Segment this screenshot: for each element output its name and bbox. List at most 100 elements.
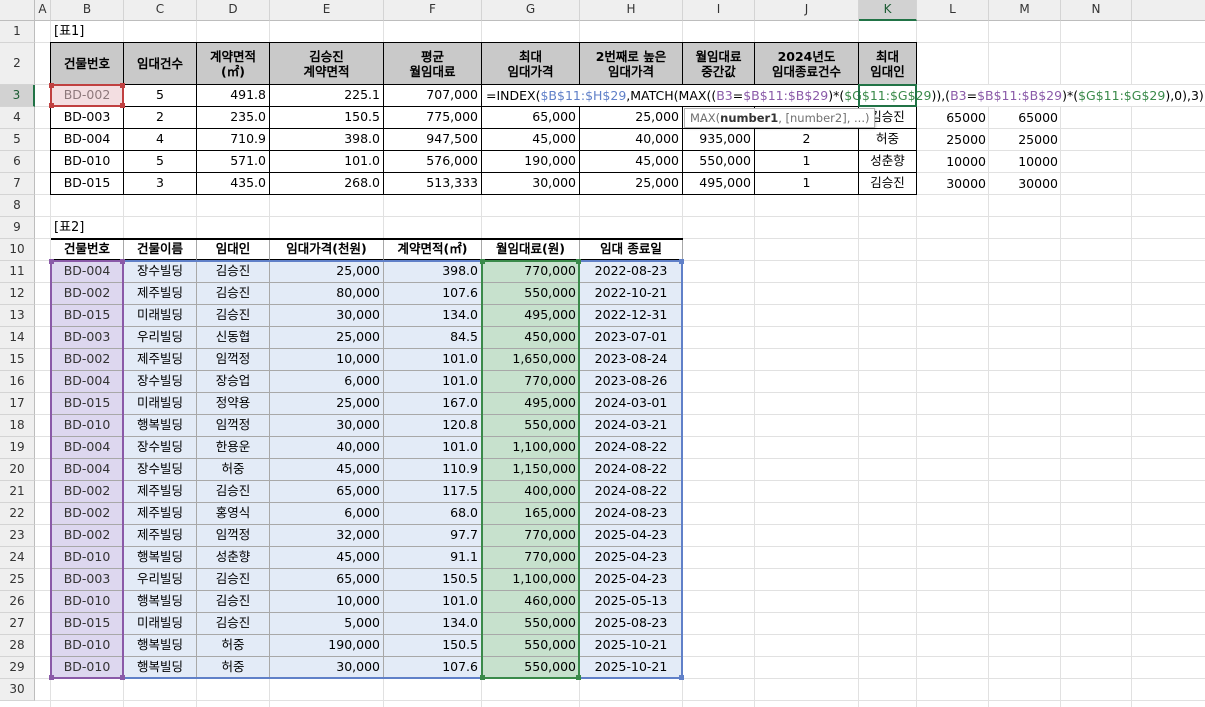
table2-header-2[interactable]: 임대인 — [197, 239, 270, 261]
column-header-F[interactable]: F — [384, 0, 482, 21]
table1-cell[interactable]: 1 — [755, 151, 859, 173]
table1-header-2[interactable]: 계약면적 (㎡) — [197, 43, 270, 85]
row-header-3[interactable]: 3 — [0, 85, 35, 107]
table2-cell[interactable]: 행복빌딩 — [124, 547, 197, 569]
row-header-20[interactable]: 20 — [0, 459, 35, 481]
table2-cell[interactable]: 550,000 — [482, 613, 580, 635]
table1-cell[interactable]: 25,000 — [580, 107, 683, 129]
column-header-D[interactable]: D — [197, 0, 270, 21]
table2-cell[interactable]: 10,000 — [270, 349, 384, 371]
table2-cell[interactable]: 2024-03-01 — [580, 393, 683, 415]
table2-cell[interactable]: 550,000 — [482, 415, 580, 437]
column-header-I[interactable]: I — [683, 0, 755, 21]
table2-cell[interactable]: 117.5 — [384, 481, 482, 503]
table2-cell[interactable]: BD-015 — [51, 613, 124, 635]
table2-cell[interactable]: BD-004 — [51, 459, 124, 481]
table2-cell[interactable]: 40,000 — [270, 437, 384, 459]
table1-cell[interactable]: 150.5 — [270, 107, 384, 129]
table2-cell[interactable]: BD-003 — [51, 327, 124, 349]
table2-cell[interactable]: BD-003 — [51, 569, 124, 591]
column-header-J[interactable]: J — [755, 0, 859, 21]
table2-cell[interactable]: 770,000 — [482, 261, 580, 283]
table2-cell[interactable]: 80,000 — [270, 283, 384, 305]
table2-cell[interactable]: 2023-08-24 — [580, 349, 683, 371]
table2-cell[interactable]: 65,000 — [270, 569, 384, 591]
row-header-11[interactable]: 11 — [0, 261, 35, 283]
table2-cell[interactable]: 장수빌딩 — [124, 261, 197, 283]
row-header-22[interactable]: 22 — [0, 503, 35, 525]
row-header-7[interactable]: 7 — [0, 173, 35, 195]
table1-cell[interactable]: 491.8 — [197, 85, 270, 107]
table2-cell[interactable]: 107.6 — [384, 283, 482, 305]
table2-cell[interactable]: 107.6 — [384, 657, 482, 679]
table2-cell[interactable]: 2025-04-23 — [580, 547, 683, 569]
row-header-6[interactable]: 6 — [0, 151, 35, 173]
table2-cell[interactable]: 25,000 — [270, 393, 384, 415]
table2-cell[interactable]: 성춘향 — [197, 547, 270, 569]
sheet-cell[interactable]: 65000 — [917, 107, 989, 129]
table2-cell[interactable]: 167.0 — [384, 393, 482, 415]
table1-cell[interactable]: 513,333 — [384, 173, 482, 195]
table1-header-7[interactable]: 월임대료 중간값 — [683, 43, 755, 85]
table1-cell[interactable]: 235.0 — [197, 107, 270, 129]
row-header-19[interactable]: 19 — [0, 437, 35, 459]
table2-cell[interactable]: 2024-08-22 — [580, 437, 683, 459]
table1-cell[interactable]: 45,000 — [482, 129, 580, 151]
table2-cell[interactable]: 1,150,000 — [482, 459, 580, 481]
table1-cell[interactable]: BD-003 — [51, 107, 124, 129]
table2-cell[interactable]: 770,000 — [482, 371, 580, 393]
row-header-18[interactable]: 18 — [0, 415, 35, 437]
table2-cell[interactable]: 84.5 — [384, 327, 482, 349]
sheet-cell[interactable]: 10000 — [917, 151, 989, 173]
table2-cell[interactable]: 5,000 — [270, 613, 384, 635]
table2-cell[interactable]: BD-015 — [51, 393, 124, 415]
column-header-A[interactable]: A — [35, 0, 51, 21]
select-all-corner[interactable] — [0, 0, 35, 21]
table2-cell[interactable]: 2022-08-23 — [580, 261, 683, 283]
table1-cell[interactable]: 4 — [124, 129, 197, 151]
table1-header-3[interactable]: 김승진 계약면적 — [270, 43, 384, 85]
table2-header-1[interactable]: 건물이름 — [124, 239, 197, 261]
table2-cell[interactable]: 2025-10-21 — [580, 657, 683, 679]
table2-cell[interactable]: 550,000 — [482, 657, 580, 679]
row-header-10[interactable]: 10 — [0, 239, 35, 261]
sheet-cell[interactable]: 25000 — [917, 129, 989, 151]
table1-cell[interactable]: 435.0 — [197, 173, 270, 195]
column-header-L[interactable]: L — [917, 0, 989, 21]
table1-cell[interactable]: 101.0 — [270, 151, 384, 173]
table2-cell[interactable]: 김승진 — [197, 613, 270, 635]
row-header-25[interactable]: 25 — [0, 569, 35, 591]
table2-cell[interactable]: 행복빌딩 — [124, 591, 197, 613]
table2-cell[interactable]: 우리빌딩 — [124, 327, 197, 349]
table2-cell[interactable]: 신동협 — [197, 327, 270, 349]
table2-cell[interactable]: 제주빌딩 — [124, 283, 197, 305]
table1-cell[interactable]: BD-004 — [51, 129, 124, 151]
table2-cell[interactable]: 2024-03-21 — [580, 415, 683, 437]
row-header-16[interactable]: 16 — [0, 371, 35, 393]
table2-cell[interactable]: BD-010 — [51, 547, 124, 569]
row-header-5[interactable]: 5 — [0, 129, 35, 151]
table2-cell[interactable]: 550,000 — [482, 283, 580, 305]
table2-cell[interactable]: 101.0 — [384, 371, 482, 393]
table2-cell[interactable]: 2022-12-31 — [580, 305, 683, 327]
table1-cell[interactable]: BD-002 — [51, 85, 124, 107]
row-header-2[interactable]: 2 — [0, 43, 35, 85]
table1-cell[interactable]: 65,000 — [482, 107, 580, 129]
table2-cell[interactable]: 장수빌딩 — [124, 371, 197, 393]
table2-cell[interactable]: 한용운 — [197, 437, 270, 459]
table1-cell[interactable]: 성춘향 — [859, 151, 917, 173]
sheet-cell[interactable]: 25000 — [989, 129, 1061, 151]
table2-cell[interactable]: 450,000 — [482, 327, 580, 349]
row-header-12[interactable]: 12 — [0, 283, 35, 305]
column-header-C[interactable]: C — [124, 0, 197, 21]
table2-cell[interactable]: 91.1 — [384, 547, 482, 569]
spreadsheet-grid[interactable]: ABCDEFGHIJKLMNO1234567891011121314151617… — [0, 0, 1205, 707]
table2-cell[interactable]: 2025-04-23 — [580, 525, 683, 547]
table2-cell[interactable]: 495,000 — [482, 305, 580, 327]
table2-cell[interactable]: 134.0 — [384, 613, 482, 635]
table2-cell[interactable]: 190,000 — [270, 635, 384, 657]
table2-cell[interactable]: 미래빌딩 — [124, 393, 197, 415]
table2-cell[interactable]: 10,000 — [270, 591, 384, 613]
table2-cell[interactable]: BD-010 — [51, 415, 124, 437]
table2-cell[interactable]: 30,000 — [270, 415, 384, 437]
